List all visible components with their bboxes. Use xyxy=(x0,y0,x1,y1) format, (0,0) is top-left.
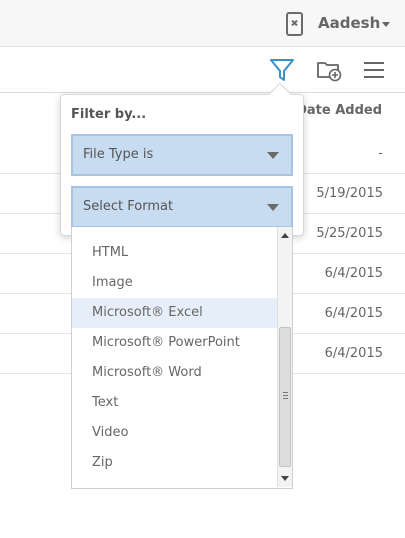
toolbar xyxy=(0,48,405,93)
folder-add-icon[interactable] xyxy=(316,57,342,83)
scroll-down-icon[interactable] xyxy=(281,476,289,481)
column-header-date-added[interactable]: Date Added xyxy=(296,103,382,118)
phone-off-icon[interactable] xyxy=(286,12,303,36)
scrollbar-thumb[interactable] xyxy=(279,327,291,467)
format-select-value: Select Format xyxy=(83,199,174,214)
dropdown-option[interactable]: Text xyxy=(72,388,277,418)
date-cell: 6/4/2015 xyxy=(324,306,383,321)
grip-icon xyxy=(283,392,288,399)
chevron-down-icon xyxy=(267,152,279,159)
date-cell: 5/19/2015 xyxy=(316,186,383,201)
scroll-up-icon[interactable] xyxy=(281,233,289,238)
filter-icon[interactable] xyxy=(269,57,295,83)
date-cell: - xyxy=(378,146,383,161)
chevron-down-icon xyxy=(267,204,279,211)
dropdown-option[interactable]: Video xyxy=(72,418,277,448)
date-cell: 5/25/2015 xyxy=(316,226,383,241)
format-dropdown-list[interactable]: HTML Image Microsoft® Excel Microsoft® P… xyxy=(71,227,293,489)
dropdown-option[interactable]: Microsoft® Word xyxy=(72,358,277,388)
field-select[interactable]: File Type is xyxy=(71,134,293,176)
dropdown-option-highlighted[interactable]: Microsoft® Excel xyxy=(72,298,277,328)
top-bar: Aadesh xyxy=(0,0,405,47)
menu-icon[interactable] xyxy=(361,57,387,83)
chevron-down-icon[interactable] xyxy=(382,22,390,27)
dropdown-scrollbar[interactable] xyxy=(277,227,292,487)
dropdown-option[interactable]: Microsoft® PowerPoint xyxy=(72,328,277,358)
filter-title: Filter by... xyxy=(71,107,147,122)
dropdown-option[interactable]: Image xyxy=(72,268,277,298)
format-select[interactable]: Select Format xyxy=(71,186,293,228)
user-name[interactable]: Aadesh xyxy=(318,14,380,32)
date-cell: 6/4/2015 xyxy=(324,346,383,361)
dropdown-option[interactable]: HTML xyxy=(72,238,277,268)
dropdown-option[interactable]: Zip xyxy=(72,448,277,478)
filter-popover: Filter by... File Type is Select Format xyxy=(60,94,304,236)
field-select-value: File Type is xyxy=(83,147,154,162)
date-cell: 6/4/2015 xyxy=(324,266,383,281)
